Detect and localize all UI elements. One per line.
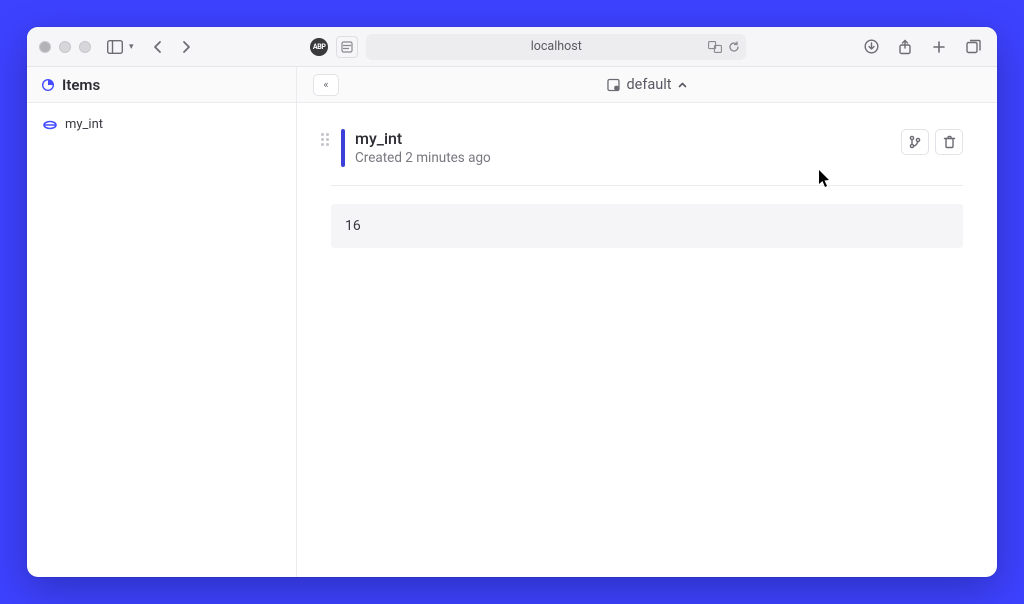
sidebar-item-my-int[interactable]: my_int	[35, 113, 288, 136]
window-minimize-dot[interactable]	[59, 41, 71, 53]
divider	[331, 185, 963, 186]
accent-bar	[341, 129, 345, 167]
workspace-picker[interactable]: default	[606, 76, 687, 93]
item-title: my_int	[355, 129, 963, 148]
forward-button[interactable]	[174, 35, 198, 59]
tabs-overview-icon[interactable]	[961, 35, 985, 59]
downloads-icon[interactable]	[859, 35, 883, 59]
browser-chrome: ▾ ABP localhost	[27, 27, 997, 67]
share-icon[interactable]	[893, 35, 917, 59]
url-bar[interactable]: localhost	[366, 34, 746, 60]
delete-button[interactable]	[935, 129, 963, 155]
app-body: my_int my_int Created 2 minutes ago	[27, 103, 997, 577]
chevron-up-icon	[678, 81, 688, 89]
new-tab-icon[interactable]	[927, 35, 951, 59]
sidebar: my_int	[27, 103, 297, 577]
traffic-lights	[39, 41, 91, 53]
app: Items « default	[27, 67, 997, 577]
main-panel: my_int Created 2 minutes ago 16	[297, 103, 997, 577]
url-text: localhost	[531, 39, 582, 54]
chevron-down-icon[interactable]: ▾	[129, 42, 134, 52]
app-topbar: Items « default	[27, 67, 997, 103]
branch-button[interactable]	[901, 129, 929, 155]
items-icon	[41, 78, 55, 92]
reload-icon[interactable]	[728, 41, 740, 53]
browser-window: ▾ ABP localhost	[27, 27, 997, 577]
window-close-dot[interactable]	[39, 41, 51, 53]
sidebar-toggle-icon[interactable]	[103, 35, 127, 59]
int-type-icon	[43, 118, 57, 132]
workspace-icon	[606, 78, 620, 92]
reader-mode-icon[interactable]	[336, 36, 358, 58]
item-value: 16	[331, 204, 963, 248]
collapse-sidebar-button[interactable]: «	[313, 74, 339, 96]
translate-icon[interactable]	[708, 41, 722, 53]
sidebar-item-label: my_int	[65, 117, 103, 132]
collapse-glyph: «	[323, 78, 328, 91]
item-meta: Created 2 minutes ago	[355, 150, 963, 166]
window-zoom-dot[interactable]	[79, 41, 91, 53]
back-button[interactable]	[146, 35, 170, 59]
item-header: my_int Created 2 minutes ago	[321, 129, 963, 185]
workspace-name: default	[626, 76, 671, 93]
abp-badge[interactable]: ABP	[310, 38, 328, 56]
items-header: Items	[27, 67, 297, 102]
items-title: Items	[62, 76, 100, 94]
drag-handle-icon[interactable]	[321, 129, 331, 146]
